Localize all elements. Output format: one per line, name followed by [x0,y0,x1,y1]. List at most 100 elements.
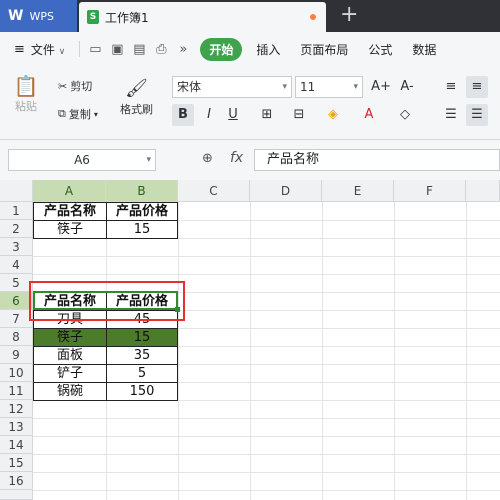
cell-b9[interactable]: 35 [106,346,178,365]
chevron-down-icon: ▾ [353,82,358,92]
column-header-c[interactable]: C [178,180,250,202]
paste-button[interactable]: 📋 粘贴 [8,74,44,114]
format-painter-label: 格式刷 [120,103,153,116]
paste-label: 粘贴 [15,100,37,113]
cell-b2[interactable]: 15 [106,220,178,239]
column-header-next[interactable] [466,180,500,202]
formula-input[interactable]: 产品名称 [254,149,500,171]
chevron-down-icon: ▾ [146,155,151,165]
align-top-icon[interactable]: ≡ [440,76,462,98]
document-tab[interactable]: S 工作簿1 [79,2,326,32]
cell-a8[interactable]: 筷子 [33,328,107,347]
column-header-b[interactable]: B [106,180,178,202]
cell-b11[interactable]: 150 [106,382,178,401]
row-header-10[interactable]: 10 [0,364,33,382]
cell-a11[interactable]: 锅碗 [33,382,107,401]
column-header-e[interactable]: E [322,180,394,202]
cell-a10[interactable]: 铲子 [33,364,107,383]
cell-a2[interactable]: 筷子 [33,220,107,239]
spreadsheet-grid[interactable]: A B C D E F 1 2 3 4 5 6 7 8 9 10 11 12 1… [0,180,500,500]
name-box[interactable]: A6 ▾ [8,149,156,171]
file-menu[interactable]: 文件 ∨ [29,41,75,58]
column-header-d[interactable]: D [250,180,322,202]
open-folder-icon[interactable]: ▭ [84,42,106,57]
gridline [33,256,500,257]
export-pdf-icon[interactable]: ▤ [128,42,150,57]
print-icon[interactable]: ⎙ [150,42,172,57]
row-header-13[interactable]: 13 [0,418,33,436]
cut-label: 剪切 [70,80,93,93]
row-header-12[interactable]: 12 [0,400,33,418]
gridline [33,418,500,419]
row-header-3[interactable]: 3 [0,238,33,256]
ribbon: 📋 粘贴 ✂ 剪切 ⧉ 复制 ▾ 🖌 格式刷 宋体 ▾ 11 ▾ A+ A- B… [0,66,500,140]
align-left-icon[interactable]: ☰ [440,104,462,126]
function-icon[interactable]: fx [230,150,243,166]
align-middle-icon[interactable]: ≡ [466,76,488,98]
underline-button[interactable]: U [222,104,244,126]
format-painter-button[interactable]: 🖌 格式刷 [120,78,153,117]
column-header-f[interactable]: F [394,180,466,202]
font-size-select[interactable]: 11 ▾ [295,76,363,98]
clipboard-icon: 📋 [13,74,39,98]
cell-b10[interactable]: 5 [106,364,178,383]
tab-formulas[interactable]: 公式 [358,41,402,58]
file-menu-label: 文件 [30,42,55,57]
more-icon[interactable]: » [172,42,194,57]
tab-data[interactable]: 数据 [402,41,446,58]
copy-button[interactable]: ⧉ 复制 ▾ [58,106,98,122]
row-header-9[interactable]: 9 [0,346,33,364]
gridline [33,490,500,491]
cell-b1[interactable]: 产品价格 [106,202,178,221]
merge-icon[interactable]: ⊟ [288,104,310,126]
row-header-8[interactable]: 8 [0,328,33,346]
formula-bar: A6 ▾ ⊕ fx 产品名称 [0,140,500,180]
border-icon[interactable]: ⊞ [256,104,278,126]
row-header-14[interactable]: 14 [0,436,33,454]
save-icon[interactable]: ▣ [106,42,128,57]
cell-reference: A6 [74,153,90,167]
scissors-icon: ✂ [58,79,68,93]
tab-insert[interactable]: 插入 [246,41,290,58]
annotation-highlight-box [29,281,185,321]
font-name-select[interactable]: 宋体 ▾ [172,76,292,98]
tab-start[interactable]: 开始 [200,37,243,61]
font-size-value: 11 [300,80,316,94]
hamburger-icon[interactable]: ≡ [0,42,29,57]
gridline [33,454,500,455]
eraser-icon[interactable]: ◇ [394,104,416,126]
font-name-value: 宋体 [177,80,202,94]
fill-color-icon[interactable]: ◈ [322,104,344,126]
shrink-font-button[interactable]: A- [396,76,418,98]
brush-icon: 🖌 [125,78,148,99]
row-header-2[interactable]: 2 [0,220,33,238]
copy-label: 复制 [68,108,91,121]
row-header-4[interactable]: 4 [0,256,33,274]
copy-icon: ⧉ [58,107,66,120]
align-center-icon[interactable]: ☰ [466,104,488,126]
new-tab-button[interactable]: + [340,2,358,27]
font-color-icon[interactable]: A [358,104,380,126]
row-header-15[interactable]: 15 [0,454,33,472]
cell-a9[interactable]: 面板 [33,346,107,365]
row-header-16[interactable]: 16 [0,472,33,490]
gridline [394,202,395,500]
bold-button[interactable]: B [172,104,194,126]
zoom-icon[interactable]: ⊕ [202,151,213,166]
cell-b8[interactable]: 15 [106,328,178,347]
grow-font-button[interactable]: A+ [370,76,392,98]
gridline [33,472,500,473]
row-header-1[interactable]: 1 [0,202,33,220]
tab-page-layout[interactable]: 页面布局 [290,41,358,58]
divider [79,41,81,57]
wps-home-tab[interactable]: W WPS [0,0,77,32]
select-all-corner[interactable] [0,180,33,202]
row-header-17[interactable] [0,490,33,500]
italic-button[interactable]: I [198,104,220,126]
cut-button[interactable]: ✂ 剪切 [58,78,92,94]
row-header-11[interactable]: 11 [0,382,33,400]
column-header-a[interactable]: A [33,180,106,202]
title-bar: W WPS S 工作簿1 + [0,0,500,32]
cell-a1[interactable]: 产品名称 [33,202,107,221]
gridline [322,202,323,500]
